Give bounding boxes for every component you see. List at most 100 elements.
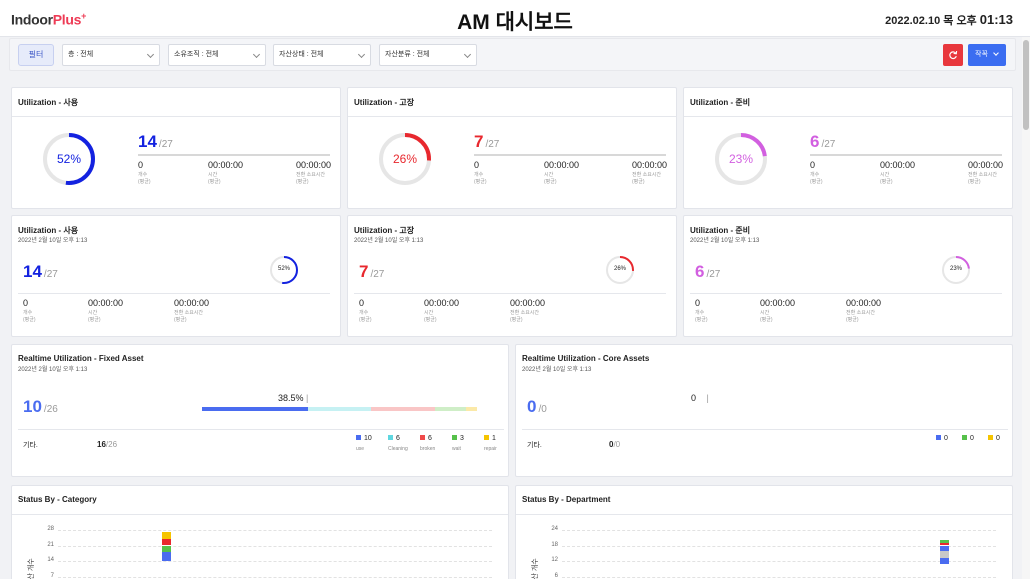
- realtime-core-count: 0/0: [527, 397, 547, 417]
- stat-label: 시간 (평균): [760, 310, 773, 324]
- stat-label-line: 개수: [359, 310, 369, 316]
- stat-value: 00:00:00: [510, 298, 546, 308]
- legend-value: 6: [396, 435, 400, 442]
- count-value: 10: [23, 397, 42, 416]
- stat-value: 00:00:00: [968, 160, 1004, 170]
- utilization-time-card: Utilization - 준비 2022년 2월 10일 오후 1:13 6/27…: [683, 215, 1013, 337]
- bar-segment: [202, 407, 308, 411]
- scrollbar-thumb[interactable]: [1023, 40, 1029, 130]
- gridline: [58, 545, 492, 547]
- y-axis-title: 자산 개수: [28, 558, 35, 579]
- gridline: [58, 561, 492, 562]
- asset-class-select[interactable]: 자산분류 : 전체: [379, 44, 477, 66]
- stat-label-line: (평균): [138, 179, 151, 185]
- legend-item: 10: [356, 435, 372, 442]
- stat-label-line: (평균): [23, 317, 36, 323]
- stat-label: 전환 소요시간 (평균): [846, 310, 875, 324]
- refresh-button[interactable]: [943, 44, 963, 66]
- legend-item: 6: [420, 435, 432, 442]
- stat-label: 시간 (평균): [544, 172, 557, 186]
- count: 14/27: [138, 132, 173, 152]
- stacked-bar-segment: [162, 545, 171, 553]
- datetime-display: 2022.02.10 목 오후 01:13: [885, 12, 1013, 28]
- utilization-card: Utilization - 사용 52% 14/27 0 개수 (평균) 00:00:00…: [11, 87, 341, 209]
- other-count-value: 16: [97, 440, 106, 449]
- card-title: Status By - Category: [18, 495, 97, 504]
- realtime-core-percent: 0 |: [691, 393, 709, 403]
- org-select[interactable]: 소유조직 : 전체: [168, 44, 266, 66]
- legend-name: broken: [420, 446, 436, 452]
- stat-label: 개수 (평균): [474, 172, 487, 186]
- stat-label-line: 시간: [544, 172, 554, 178]
- stat-label-line: 전환 소요시간: [510, 310, 539, 316]
- y-tick-label: 6: [554, 572, 558, 579]
- collapse-button[interactable]: 작꼭: [968, 44, 1006, 66]
- count-value: 7: [359, 262, 369, 281]
- refresh-icon: [949, 50, 958, 60]
- count-value: 14: [138, 132, 157, 151]
- count-value: 6: [695, 262, 705, 281]
- other-count-total: /0: [613, 440, 621, 449]
- legend-swatch: [388, 435, 393, 440]
- stat-label-line: 시간: [760, 310, 770, 316]
- utilization-gauge: 52%: [43, 133, 95, 185]
- asset-state-select[interactable]: 자산상태 : 전체: [273, 44, 371, 66]
- stacked-bar-segment: [940, 558, 949, 564]
- page-title: AM 대시보드: [457, 11, 573, 34]
- stat-label-line: 개수: [810, 172, 820, 178]
- utilization-card: Utilization - 준비 23% 6/27 0 개수 (평균) 00:00:00 시…: [683, 87, 1013, 209]
- stat-label: 전환 소요시간 (평균): [296, 172, 325, 186]
- legend-swatch: [936, 435, 941, 440]
- page-scrollbar[interactable]: [1022, 37, 1030, 579]
- legend-item: 3: [452, 435, 464, 442]
- count-value: 0: [527, 397, 537, 416]
- filter-button[interactable]: 필터: [18, 44, 54, 66]
- divider: [522, 429, 1008, 430]
- stat-label-line: 전환 소요시간: [968, 172, 997, 178]
- card-title: Realtime Utilization - Fixed Asset: [18, 354, 144, 363]
- count: 6/27: [810, 132, 835, 152]
- count-progress-track: [138, 154, 330, 156]
- stat-value: 0: [810, 160, 816, 170]
- card-title: Utilization - 고장: [354, 98, 415, 107]
- stat-label-line: (평균): [544, 179, 557, 185]
- stat-value: 0: [474, 160, 480, 170]
- stat-label: 개수 (평균): [810, 172, 823, 186]
- y-tick-label: 18: [551, 541, 558, 548]
- stat-label-line: 전환 소요시간: [632, 172, 661, 178]
- stat-label-line: (평균): [510, 317, 523, 323]
- count: 6/27: [695, 262, 720, 282]
- status-department-card: Status By - Department 24 18 12 6 자산 개수: [515, 485, 1013, 579]
- gauge-percent: 26%: [613, 266, 626, 272]
- filter-bar: 필터 층 : 전체 소유조직 : 전체 자산상태 : 전체 자산분류 : 전체 …: [9, 38, 1016, 71]
- stat-label-line: (평균): [208, 179, 221, 185]
- stat-label-line: 전환 소요시간: [174, 310, 203, 316]
- stat-label-line: (평균): [810, 179, 823, 185]
- floor-select-value: 층 : 전체: [68, 51, 94, 58]
- legend-value: 0: [944, 435, 948, 442]
- realtime-core-card: Realtime Utilization - Core Assets 2022년…: [515, 344, 1013, 477]
- floor-select[interactable]: 층 : 전체: [62, 44, 160, 66]
- legend-swatch: [962, 435, 967, 440]
- legend-item: 6: [388, 435, 400, 442]
- chevron-down-icon: [463, 50, 472, 59]
- count-total: /27: [370, 269, 385, 280]
- gauge-percent: 52%: [56, 152, 82, 166]
- collapse-button-label: 작꼭: [975, 51, 988, 58]
- stat-label: 개수 (평균): [23, 310, 36, 324]
- stat-label-line: 개수: [138, 172, 148, 178]
- utilization-gauge: 26%: [379, 133, 431, 185]
- stacked-bar-segment: [162, 538, 171, 546]
- card-subtitle: 2022년 2월 10일 오후 1:13: [18, 238, 88, 244]
- stat-label-line: (평균): [880, 179, 893, 185]
- gauge-percent: 23%: [949, 266, 962, 272]
- y-axis-title: 자산 개수: [532, 558, 539, 579]
- divider: [18, 293, 330, 294]
- time-text: 01:13: [979, 12, 1013, 27]
- stat-label-line: (평균): [632, 179, 645, 185]
- count: 7/27: [359, 262, 384, 282]
- gauge-percent: 26%: [392, 152, 418, 166]
- stat-label-line: (평균): [968, 179, 981, 185]
- stat-label-line: 개수: [23, 310, 33, 316]
- gridline: [562, 530, 996, 531]
